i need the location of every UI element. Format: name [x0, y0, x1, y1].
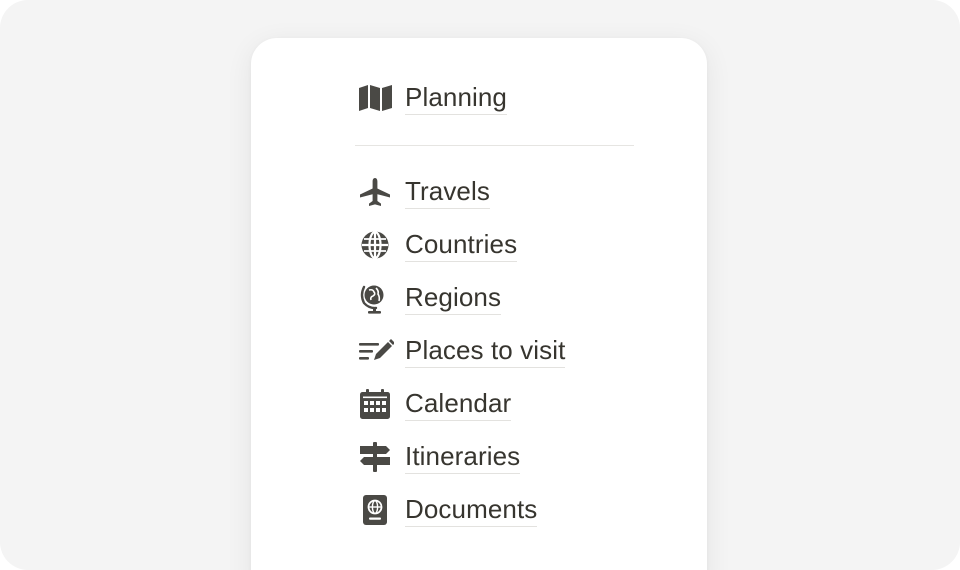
planning-link[interactable]: Planning — [358, 78, 507, 118]
navigation-card: Planning Travels Countries Regions Place… — [251, 38, 707, 570]
places-to-visit-link[interactable]: Places to visit — [358, 331, 566, 371]
itineraries-link[interactable]: Itineraries — [358, 437, 521, 477]
signpost-icon — [358, 439, 394, 475]
calendar-link[interactable]: Calendar — [358, 384, 512, 424]
globe-icon — [358, 227, 394, 263]
airplane-icon — [358, 174, 394, 210]
desk-globe-icon — [358, 280, 394, 316]
itineraries-label: Itineraries — [405, 441, 521, 474]
regions-link[interactable]: Regions — [358, 278, 502, 318]
regions-label: Regions — [405, 282, 502, 315]
list-pencil-icon — [358, 333, 394, 369]
documents-label: Documents — [405, 494, 538, 527]
travels-link[interactable]: Travels — [358, 172, 490, 212]
countries-label: Countries — [405, 229, 518, 262]
map-icon — [358, 80, 394, 116]
documents-link[interactable]: Documents — [358, 490, 538, 530]
planning-label: Planning — [405, 82, 507, 115]
app-background: Planning Travels Countries Regions Place… — [0, 0, 960, 570]
calendar-icon — [358, 386, 394, 422]
countries-link[interactable]: Countries — [358, 225, 518, 265]
passport-icon — [358, 492, 394, 528]
places-to-visit-label: Places to visit — [405, 335, 566, 368]
section-divider — [355, 145, 634, 146]
travels-label: Travels — [405, 176, 490, 209]
calendar-label: Calendar — [405, 388, 512, 421]
